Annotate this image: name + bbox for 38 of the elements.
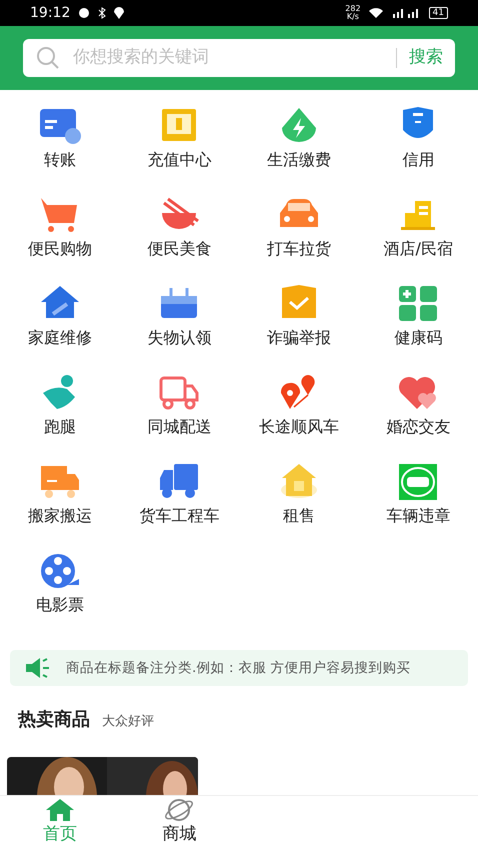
service-item[interactable]: 健康码 bbox=[358, 284, 478, 373]
bluetooth-icon bbox=[98, 7, 106, 19]
service-item[interactable]: 信用 bbox=[358, 106, 478, 195]
service-item[interactable]: 诈骗举报 bbox=[239, 284, 358, 373]
battery-indicator: 41 bbox=[428, 7, 448, 19]
service-item[interactable]: 同城配送 bbox=[120, 373, 239, 462]
service-item[interactable]: 转账 bbox=[0, 106, 120, 195]
service-item[interactable]: 租售 bbox=[239, 462, 358, 551]
network-speed: 282 bbox=[345, 5, 361, 13]
service-item[interactable]: 婚恋交友 bbox=[358, 373, 478, 462]
notice-text: 商品在标题备注分类.例如：衣服 方便用户容易搜到购买 bbox=[66, 658, 411, 678]
service-item[interactable]: 货车工程车 bbox=[120, 462, 239, 551]
status-time: 19:12 bbox=[30, 4, 70, 22]
section-title: 热卖商品 bbox=[18, 708, 90, 732]
service-item[interactable]: 家庭维修 bbox=[0, 284, 120, 373]
service-item[interactable]: 搬家搬运 bbox=[0, 462, 120, 551]
service-item[interactable]: 跑腿 bbox=[0, 373, 120, 462]
signal-icon bbox=[390, 8, 421, 18]
wifi-icon bbox=[368, 8, 383, 18]
service-item[interactable]: 生活缴费 bbox=[239, 106, 358, 195]
alarm-icon bbox=[78, 7, 90, 19]
service-item[interactable]: 长途顺风车 bbox=[239, 373, 358, 462]
service-item[interactable]: 打车拉货 bbox=[239, 195, 358, 284]
service-item[interactable]: 失物认领 bbox=[120, 284, 239, 373]
home-icon bbox=[44, 798, 75, 822]
speaker-icon bbox=[24, 657, 50, 679]
section-subtitle: 大众好评 bbox=[102, 712, 154, 730]
service-item[interactable]: 便民购物 bbox=[0, 195, 120, 284]
nav-tab[interactable]: 商城 bbox=[120, 796, 239, 850]
service-item[interactable]: 电影票 bbox=[0, 551, 120, 640]
service-item[interactable]: 车辆违章 bbox=[358, 462, 478, 551]
service-item[interactable]: 酒店/民宿 bbox=[358, 195, 478, 284]
speed-unit: K/s bbox=[346, 13, 359, 21]
planet-icon bbox=[164, 798, 194, 822]
location-icon bbox=[114, 7, 124, 19]
search-icon bbox=[35, 45, 61, 71]
service-item[interactable]: 便民美食 bbox=[120, 195, 239, 284]
service-item[interactable]: 充值中心 bbox=[120, 106, 239, 195]
